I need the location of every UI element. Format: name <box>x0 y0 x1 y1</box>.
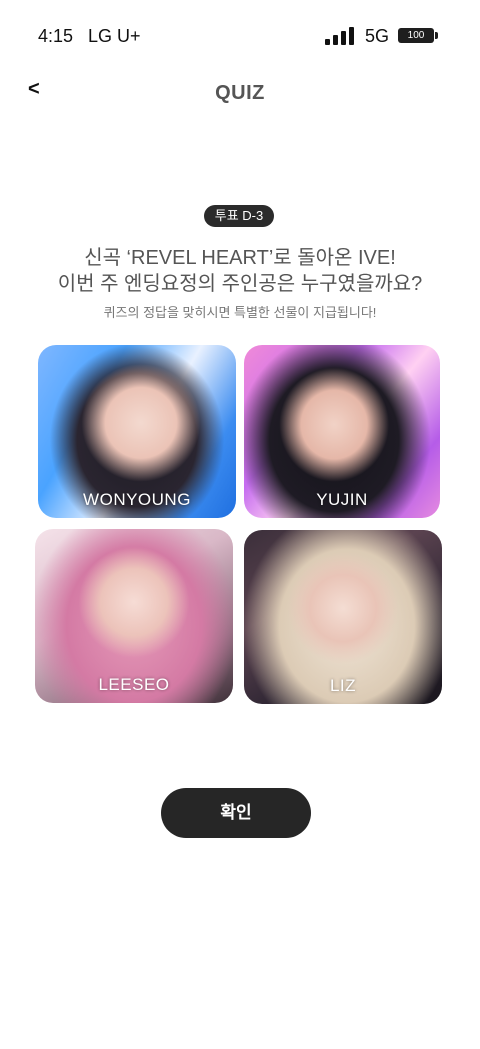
battery-icon: 100 <box>398 28 434 43</box>
member-name: WONYOUNG <box>83 490 191 509</box>
member-name: LEESEO <box>98 675 170 694</box>
confirm-button[interactable]: 확인 <box>161 788 311 838</box>
question-line-2: 이번 주 엔딩요정의 주인공은 누구였을까요? <box>57 273 423 295</box>
status-time: 4:15 <box>38 26 74 46</box>
page-title: QUIZ <box>215 82 265 104</box>
option-card-yujin[interactable]: YUJIN <box>244 345 440 518</box>
network-type: 5G <box>365 26 390 46</box>
option-card-liz[interactable]: LIZ <box>244 530 442 704</box>
status-bar: 4:15 LG U+ 5G 100 <box>0 0 480 70</box>
battery-tip <box>435 32 438 39</box>
member-name: YUJIN <box>316 490 368 509</box>
option-card-leeseo[interactable]: LEESEO <box>35 529 233 703</box>
signal-strength-icon <box>325 26 357 45</box>
option-card-wonyoung[interactable]: WONYOUNG <box>38 345 236 518</box>
quiz-question: 신곡 ‘REVEL HEART’로 돌아온 IVE! 이번 주 엔딩요정의 주인… <box>0 245 480 297</box>
dday-badge: 투표 D-3 <box>204 205 274 227</box>
member-name: LIZ <box>329 676 357 695</box>
quiz-hint: 퀴즈의 정답을 맞히시면 특별한 선물이 지급됩니다! <box>103 305 377 320</box>
question-line-1: 신곡 ‘REVEL HEART’로 돌아온 IVE! <box>84 247 396 269</box>
status-carrier: LG U+ <box>88 26 141 46</box>
